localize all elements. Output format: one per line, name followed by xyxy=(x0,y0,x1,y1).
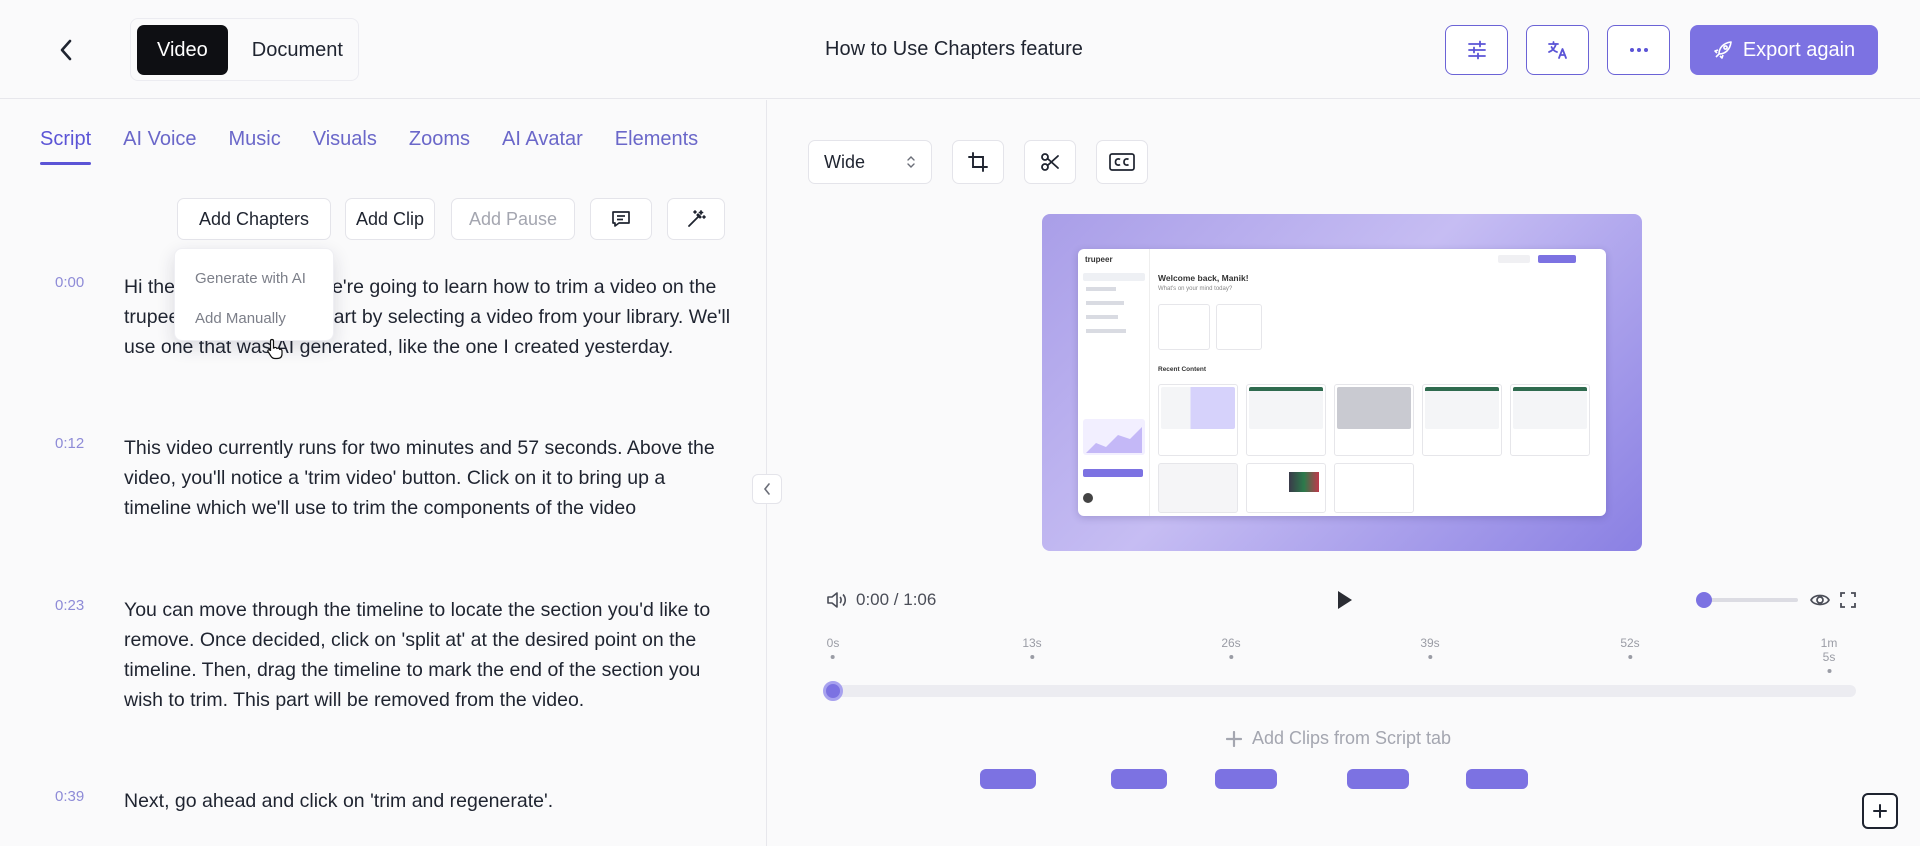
preview-chart-icon xyxy=(1086,427,1142,453)
chevron-left-icon xyxy=(763,483,770,495)
magic-wand-button[interactable] xyxy=(667,198,725,240)
top-bar: Video Document How to Use Chapters featu… xyxy=(0,0,1920,99)
tab-script[interactable]: Script xyxy=(40,128,92,165)
fullscreen-icon[interactable] xyxy=(1840,592,1856,608)
settings-sliders-button[interactable] xyxy=(1445,25,1508,75)
trim-button[interactable] xyxy=(1024,140,1076,184)
preview-panel: Wide trupeer Welcome back, Manik! What's… xyxy=(768,100,1920,846)
timeline-tick: 13s xyxy=(1022,636,1042,659)
scissors-icon xyxy=(1041,153,1059,171)
time-readout: 0:00 / 1:06 xyxy=(856,590,937,609)
preview-brand: trupeer xyxy=(1085,255,1113,264)
export-again-button[interactable]: Export again xyxy=(1690,25,1878,75)
mode-switch: Video Document xyxy=(130,18,359,81)
chapter-clip[interactable] xyxy=(1215,769,1277,789)
eye-icon[interactable] xyxy=(1810,592,1830,608)
segment-timestamp[interactable]: 0:39 xyxy=(55,788,84,805)
collapse-panel-button[interactable] xyxy=(752,474,782,504)
timeline-tick: 26s xyxy=(1221,636,1241,659)
preview-recent: Recent Content xyxy=(1158,366,1207,373)
add-pause-button[interactable]: Add Pause xyxy=(451,198,575,240)
script-panel: Script AI Voice Music Visuals Zooms AI A… xyxy=(0,100,767,846)
chevron-updown-icon xyxy=(907,156,915,168)
segment-text[interactable]: Next, go ahead and click on 'trim and re… xyxy=(124,786,734,816)
page-title[interactable]: How to Use Chapters feature xyxy=(825,38,1083,61)
mode-document-button[interactable]: Document xyxy=(232,25,363,75)
segment-timestamp[interactable]: 0:00 xyxy=(55,274,84,291)
timeline-ticks: 0s 13s 26s 39s 52s 1m 5s xyxy=(826,636,1856,673)
volume-slider[interactable] xyxy=(1702,598,1798,602)
captions-button[interactable] xyxy=(1096,140,1148,184)
player-controls: 0:00 / 1:06 xyxy=(826,585,1856,615)
back-button[interactable] xyxy=(46,30,86,70)
add-clip-button[interactable]: Add Clip xyxy=(345,198,435,240)
add-chapters-button[interactable]: Add Chapters xyxy=(177,198,331,240)
preview-subtitle: What's on your mind today? xyxy=(1158,286,1233,292)
aspect-ratio-select[interactable]: Wide xyxy=(808,140,932,184)
timeline-track[interactable] xyxy=(826,685,1856,697)
crop-button[interactable] xyxy=(952,140,1004,184)
timeline-playhead[interactable] xyxy=(823,681,843,701)
chapter-clip[interactable] xyxy=(1347,769,1409,789)
tab-visuals[interactable]: Visuals xyxy=(313,128,377,165)
chapter-clip[interactable] xyxy=(1111,769,1167,789)
preview-sidebar: trupeer xyxy=(1078,249,1150,516)
comment-button[interactable] xyxy=(590,198,652,240)
preview-screenshot: trupeer Welcome back, Manik! What's on y… xyxy=(1078,249,1606,516)
add-clips-button[interactable]: Add Clips from Script tab xyxy=(1226,728,1451,749)
plus-icon xyxy=(1226,730,1242,747)
more-options-button[interactable] xyxy=(1607,25,1670,75)
chevron-left-icon xyxy=(60,39,72,61)
add-manually-option[interactable]: Add Manually xyxy=(195,310,286,327)
timeline-tick: 39s xyxy=(1420,636,1440,659)
timeline-tick: 1m 5s xyxy=(1816,636,1843,673)
plus-square-icon xyxy=(1873,804,1887,818)
volume-slider-knob[interactable] xyxy=(1696,592,1712,608)
translate-icon xyxy=(1547,41,1567,59)
hand-cursor-icon xyxy=(267,338,283,360)
timeline-tick: 0s xyxy=(827,636,839,659)
add-widget-button[interactable] xyxy=(1862,793,1898,829)
translate-button[interactable] xyxy=(1526,25,1589,75)
chapter-clip[interactable] xyxy=(1466,769,1528,789)
sliders-icon xyxy=(1467,40,1486,60)
comment-icon xyxy=(612,211,630,227)
segment-timestamp[interactable]: 0:12 xyxy=(55,435,84,452)
preview-welcome: Welcome back, Manik! xyxy=(1158,273,1249,283)
tab-elements[interactable]: Elements xyxy=(615,128,698,165)
tab-ai-avatar[interactable]: AI Avatar xyxy=(502,128,583,165)
rocket-icon xyxy=(1714,41,1732,59)
crop-icon xyxy=(968,152,988,172)
chapters-dropdown: Generate with AI Add Manually xyxy=(174,248,334,341)
generate-with-ai-option[interactable]: Generate with AI xyxy=(195,270,306,287)
video-preview[interactable]: trupeer Welcome back, Manik! What's on y… xyxy=(1042,214,1642,551)
volume-icon[interactable] xyxy=(826,591,848,609)
more-horizontal-icon xyxy=(1629,48,1648,52)
timeline-tick: 52s xyxy=(1620,636,1640,659)
play-icon[interactable] xyxy=(1334,589,1354,611)
segment-text[interactable]: You can move through the timeline to loc… xyxy=(124,595,734,715)
segment-timestamp[interactable]: 0:23 xyxy=(55,597,84,614)
segment-text[interactable]: This video currently runs for two minute… xyxy=(124,433,734,523)
editor-tabs: Script AI Voice Music Visuals Zooms AI A… xyxy=(40,128,730,165)
tab-music[interactable]: Music xyxy=(229,128,281,165)
tab-ai-voice[interactable]: AI Voice xyxy=(123,128,196,165)
closed-captions-icon xyxy=(1109,153,1135,171)
aspect-ratio-value: Wide xyxy=(824,151,866,172)
tab-zooms[interactable]: Zooms xyxy=(409,128,470,165)
magic-wand-icon xyxy=(688,210,706,227)
mode-video-button[interactable]: Video xyxy=(137,25,228,75)
export-label: Export again xyxy=(1742,38,1856,61)
chapter-clip[interactable] xyxy=(980,769,1036,789)
add-clips-label: Add Clips from Script tab xyxy=(1252,728,1452,748)
